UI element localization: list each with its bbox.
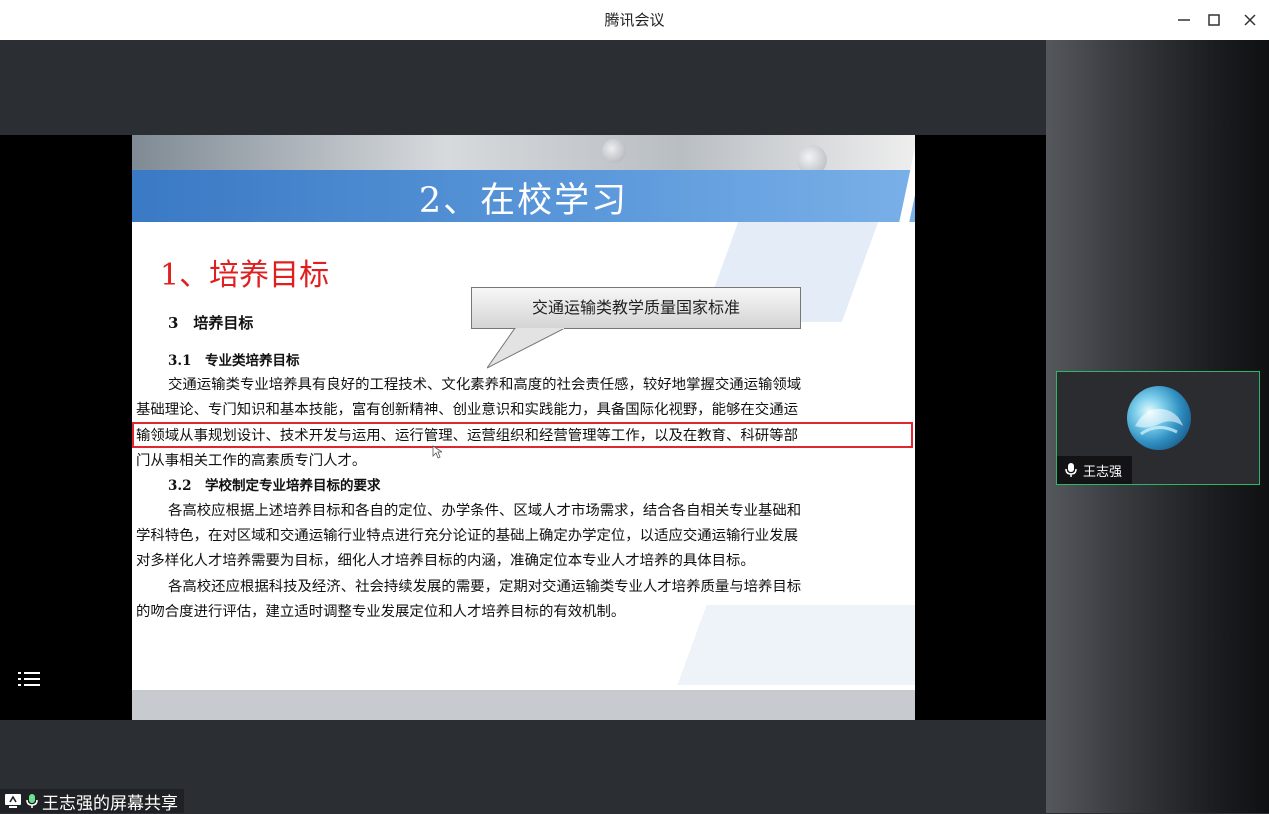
paragraph-line: 门从事相关工作的高素质专门人才。 [136,453,367,469]
subsection-heading: 3.2 学校制定专业培养目标的要求 [168,478,381,494]
slide-title: 2、在校学习 [418,181,629,221]
participant-video-tile[interactable]: 王志强 [1056,371,1260,485]
close-button[interactable] [1238,8,1262,32]
slide-background-shape [677,605,915,685]
paragraph-line: 各高校应根据上述培养目标和各自的定位、办学条件、区域人才市场需求，结合各自相关专… [168,503,802,519]
paragraph-line: 各高校还应根据科技及经济、社会持续发展的需要，定期对交通运输类专业人才培养质量与… [168,579,802,595]
microphone-icon [1065,463,1077,477]
microphone-icon [26,794,38,808]
screen-share-text: 王志强的屏幕共享 [42,793,178,814]
section-heading: 3 培养目标 [168,314,254,332]
participant-name-tag: 王志强 [1057,456,1133,484]
maximize-icon [1208,14,1220,26]
minimize-icon [1178,19,1190,21]
paragraph-line: 基础理论、专门知识和基本技能，富有创新精神、创业意识和实践能力，具备国际化视野，… [136,402,798,418]
slide-heading: 1、培养目标 [160,258,330,293]
callout-tail [487,328,566,369]
subsection-heading: 3.1 专业类培养目标 [168,353,300,369]
presentation-slide: 2、在校学习 1、培养目标 交通运输类教学质量国家标准 3 培养目标 3.1 专… [132,135,915,720]
list-menu-icon [18,672,40,686]
paragraph-line: 的吻合度进行评估，建立适时调整专业发展定位和人才培养目标的有效机制。 [136,604,626,620]
mouse-cursor-icon [432,445,442,459]
maximize-button[interactable] [1202,8,1226,32]
slide-footer [132,690,915,720]
shared-screen-area: 2、在校学习 1、培养目标 交通运输类教学质量国家标准 3 培养目标 3.1 专… [0,40,1046,813]
slide-top-banner [132,135,915,175]
water-drop-decoration [602,139,626,163]
wave-avatar-image [1135,408,1183,436]
callout-box: 交通运输类教学质量国家标准 [471,287,801,329]
screen-share-label: 王志强的屏幕共享 [0,789,184,814]
screen-share-icon [5,794,21,808]
paragraph-line: 学科特色，在对区域和交通运输行业特点进行充分论证的基础上确定办学定位，以适应交通… [136,528,798,544]
avatar [1127,386,1191,450]
paragraph-line: 交通运输类专业培养具有良好的工程技术、文化素养和高度的社会责任感，较好地掌握交通… [168,377,802,393]
paragraph-line: 对多样化人才培养需要为目标，细化人才培养目标的内涵，准确定位本专业人才培养的具体… [136,553,755,569]
participant-name: 王志强 [1083,464,1123,480]
title-bar: 腾讯会议 [0,0,1269,40]
list-menu-button[interactable] [12,664,46,694]
close-icon [1244,14,1256,26]
window-title: 腾讯会议 [604,11,665,29]
minimize-button[interactable] [1172,8,1196,32]
highlight-box [132,422,913,448]
